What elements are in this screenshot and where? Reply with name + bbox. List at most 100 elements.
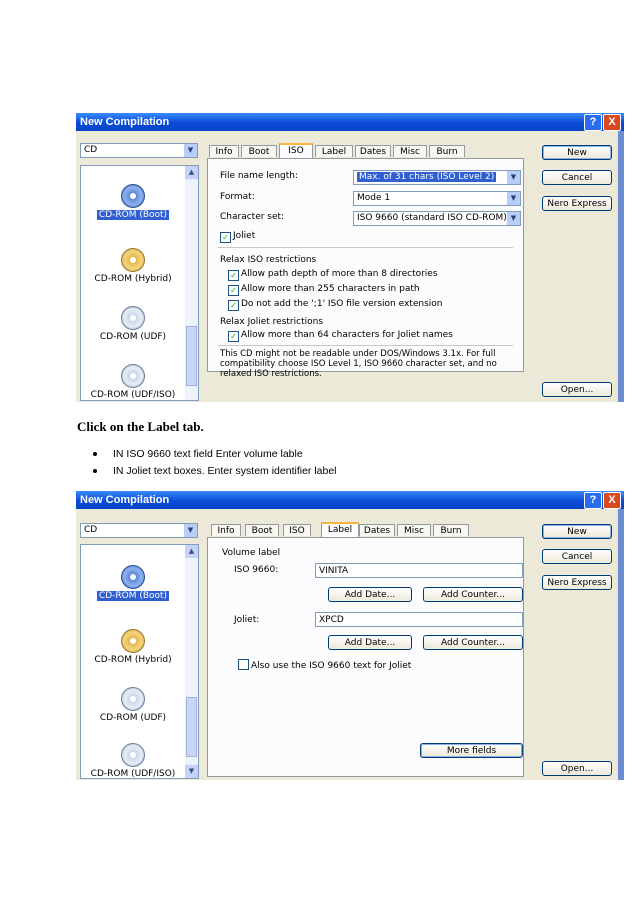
compilation-type-list[interactable]: CD-ROM (Boot) CD-ROM (Hybrid) CD-ROM (UD…: [80, 544, 199, 779]
bullet-text: IN Joliet text boxes. Enter system ident…: [113, 465, 337, 477]
new-button[interactable]: New: [542, 145, 612, 160]
version-ext-checkbox[interactable]: ✓ Do not add the ';1' ISO file version ex…: [228, 299, 442, 311]
path-depth-label: Allow path depth of more than 8 director…: [241, 269, 438, 279]
list-item[interactable]: CD-ROM (Hybrid): [81, 248, 185, 284]
new-button[interactable]: New: [542, 524, 612, 539]
check-icon[interactable]: ✓: [228, 331, 239, 342]
list-scrollbar[interactable]: ▲: [185, 166, 198, 400]
cancel-button[interactable]: Cancel: [542, 549, 612, 564]
chevron-up-icon[interactable]: ▲: [185, 166, 198, 179]
list-scrollbar[interactable]: ▲ ▼: [185, 545, 198, 778]
tab-dates[interactable]: Dates: [355, 145, 391, 157]
list-item[interactable]: CD-ROM (Boot): [81, 565, 185, 602]
tab-label[interactable]: Label: [315, 145, 353, 157]
add-date-button[interactable]: Add Date...: [328, 587, 412, 602]
compilation-type-list[interactable]: CD-ROM (Boot) CD-ROM (Hybrid) CD-ROM (UD…: [80, 165, 199, 401]
scrollbar-thumb[interactable]: [186, 326, 197, 386]
joliet-input[interactable]: XPCD: [315, 612, 523, 627]
list-item-label: CD-ROM (UDF): [99, 713, 167, 723]
tab-burn[interactable]: Burn: [429, 145, 465, 157]
list-item: IN ISO 9660 text field Enter volume labl…: [93, 446, 337, 463]
tab-boot[interactable]: Boot: [245, 524, 279, 536]
joliet-names-checkbox[interactable]: ✓ Allow more than 64 characters for Jolie…: [228, 330, 453, 342]
title-bar: New Compilation ? X: [76, 113, 624, 131]
nero-express-button[interactable]: Nero Express: [542, 196, 612, 211]
iso-9660-label: ISO 9660:: [234, 565, 279, 575]
check-icon[interactable]: ✓: [228, 285, 239, 296]
add-counter-button[interactable]: Add Counter...: [423, 635, 523, 650]
check-icon[interactable]: ✓: [228, 270, 239, 281]
cd-udf-iso-icon: [121, 364, 145, 388]
tab-boot[interactable]: Boot: [241, 145, 277, 157]
add-date-button[interactable]: Add Date...: [328, 635, 412, 650]
path-length-label: Allow more than 255 characters in path: [241, 284, 420, 294]
check-icon[interactable]: ✓: [228, 300, 239, 311]
nero-express-button[interactable]: Nero Express: [542, 575, 612, 590]
version-ext-label: Do not add the ';1' ISO file version ext…: [241, 299, 443, 309]
chevron-down-icon[interactable]: ▼: [185, 765, 198, 778]
media-select-value: CD: [84, 525, 98, 535]
list-item[interactable]: CD-ROM (UDF/ISO): [81, 743, 185, 779]
chevron-down-icon[interactable]: ▼: [184, 144, 197, 157]
chevron-down-icon[interactable]: ▼: [184, 524, 197, 537]
media-select-value: CD: [84, 145, 98, 155]
charset-value: ISO 9660 (standard ISO CD-ROM): [357, 213, 507, 223]
cd-hybrid-icon: [121, 248, 145, 272]
media-select[interactable]: CD ▼: [80, 143, 198, 158]
chevron-down-icon[interactable]: ▼: [507, 212, 520, 225]
list-item[interactable]: CD-ROM (UDF): [81, 687, 185, 723]
also-use-iso-checkbox[interactable]: Also use the ISO 9660 text for Joliet: [238, 659, 411, 671]
list-item[interactable]: CD-ROM (Boot): [81, 184, 185, 221]
iso-9660-input[interactable]: VINITA: [315, 563, 523, 578]
chevron-down-icon[interactable]: ▼: [507, 192, 520, 205]
tab-burn[interactable]: Burn: [433, 524, 469, 536]
list-item[interactable]: CD-ROM (Hybrid): [81, 629, 185, 665]
open-button[interactable]: Open...: [542, 382, 612, 397]
list-item[interactable]: CD-ROM (UDF/ISO): [81, 364, 185, 400]
help-icon[interactable]: ?: [584, 492, 602, 509]
scrollbar-thumb[interactable]: [186, 697, 197, 757]
tab-dates[interactable]: Dates: [359, 524, 395, 536]
list-item-label: CD-ROM (Hybrid): [94, 655, 172, 665]
format-label: Format:: [220, 192, 255, 202]
cancel-button[interactable]: Cancel: [542, 170, 612, 185]
add-counter-button[interactable]: Add Counter...: [423, 587, 523, 602]
checkbox-box[interactable]: [238, 659, 249, 670]
media-select[interactable]: CD ▼: [80, 523, 198, 538]
list-item[interactable]: CD-ROM (UDF): [81, 306, 185, 342]
open-button[interactable]: Open...: [542, 761, 612, 776]
tab-misc[interactable]: Misc: [397, 524, 431, 536]
file-name-length-value: Max. of 31 chars (ISO Level 2): [357, 172, 497, 182]
divider: [218, 247, 513, 248]
format-select[interactable]: Mode 1 ▼: [353, 191, 521, 206]
tab-label[interactable]: Label: [321, 522, 359, 537]
cd-boot-icon: [121, 565, 145, 589]
path-depth-checkbox[interactable]: ✓ Allow path depth of more than 8 directo…: [228, 269, 438, 281]
tab-misc[interactable]: Misc: [393, 145, 427, 157]
charset-select[interactable]: ISO 9660 (standard ISO CD-ROM) ▼: [353, 211, 521, 226]
relax-iso-heading: Relax ISO restrictions: [220, 255, 317, 265]
close-icon[interactable]: X: [603, 492, 621, 509]
chevron-down-icon[interactable]: ▼: [507, 171, 520, 184]
check-icon[interactable]: ✓: [220, 232, 231, 243]
bullet-text: IN ISO 9660 text field Enter volume labl…: [113, 448, 303, 460]
tab-iso[interactable]: ISO: [279, 143, 313, 158]
joliet-label: Joliet:: [234, 615, 260, 625]
also-use-iso-label: Also use the ISO 9660 text for Joliet: [251, 661, 412, 671]
list-item-label: CD-ROM (UDF/ISO): [90, 769, 176, 779]
file-name-length-select[interactable]: Max. of 31 chars (ISO Level 2) ▼: [353, 170, 521, 185]
path-length-checkbox[interactable]: ✓ Allow more than 255 characters in path: [228, 284, 420, 296]
chevron-up-icon[interactable]: ▲: [185, 545, 198, 558]
tab-info[interactable]: Info: [211, 524, 241, 536]
help-icon[interactable]: ?: [584, 114, 602, 131]
list-item-label: CD-ROM (UDF/ISO): [90, 390, 176, 400]
volume-label-heading: Volume label: [222, 548, 281, 558]
list-item-label: CD-ROM (Boot): [95, 209, 171, 221]
joliet-checkbox[interactable]: ✓ Joliet: [220, 231, 255, 243]
list-item: IN Joliet text boxes. Enter system ident…: [93, 463, 337, 480]
window-edge: [618, 131, 624, 402]
tab-info[interactable]: Info: [209, 145, 239, 157]
tab-iso[interactable]: ISO: [283, 524, 311, 536]
more-fields-button[interactable]: More fields: [420, 743, 523, 758]
close-icon[interactable]: X: [603, 114, 621, 131]
